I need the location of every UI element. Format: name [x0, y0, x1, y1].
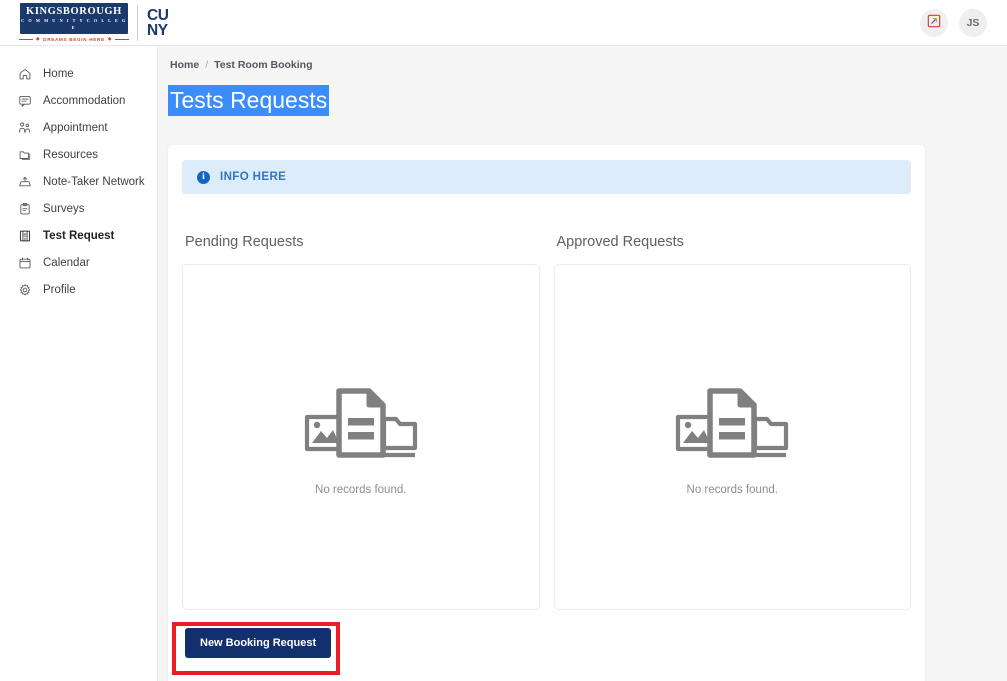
tagline-rule-left — [18, 38, 33, 40]
sidebar-item-label: Test Request — [43, 229, 115, 242]
upload-tray-icon — [18, 175, 32, 189]
sidebar-item-note-taker-network[interactable]: Note-Taker Network — [0, 168, 157, 195]
breadcrumb: Home / Test Room Booking — [170, 59, 1007, 71]
kingsborough-logo-tagline: ◆ DREAMS BEGIN HERE ◆ — [18, 36, 130, 42]
sidebar-item-appointment[interactable]: Appointment — [0, 114, 157, 141]
sidebar-item-label: Resources — [43, 148, 98, 161]
sidebar-item-label: Surveys — [43, 202, 85, 215]
cuny-logo[interactable]: CU NY — [147, 6, 169, 39]
info-alert-text: INFO HERE — [220, 171, 287, 183]
pending-empty-label: No records found. — [315, 483, 407, 496]
tagline-star-right: ◆ — [107, 36, 113, 41]
sidebar-item-resources[interactable]: Resources — [0, 141, 157, 168]
page-title-row: Tests Requests — [168, 85, 1007, 116]
avatar[interactable]: JS — [959, 8, 987, 37]
logo-divider — [137, 4, 138, 41]
clipboard-icon — [18, 202, 32, 216]
info-circle-icon: i — [197, 170, 210, 184]
sidebar-item-surveys[interactable]: Surveys — [0, 195, 157, 222]
approved-requests-title: Approved Requests — [556, 234, 684, 250]
requests-columns: Pending Requests No records found. Appro… — [182, 234, 911, 610]
external-link-icon — [927, 14, 941, 31]
breadcrumb-separator: / — [205, 59, 209, 71]
main-content: Home / Test Room Booking Tests Requests … — [158, 46, 1007, 681]
no-records-icon — [295, 379, 427, 472]
sidebar: Home Accommodation Appointment Resources… — [0, 46, 158, 681]
pending-requests-title: Pending Requests — [185, 234, 304, 250]
breadcrumb-item-current: Test Room Booking — [214, 59, 313, 71]
sidebar-item-label: Appointment — [43, 121, 108, 134]
people-icon — [18, 121, 32, 135]
no-records-icon — [666, 379, 798, 472]
cuny-logo-line2: NY — [147, 21, 168, 39]
info-alert: i INFO HERE — [182, 160, 911, 194]
approved-empty-label: No records found. — [686, 483, 778, 496]
sidebar-item-profile[interactable]: Profile — [0, 276, 157, 303]
breadcrumb-item-home[interactable]: Home — [170, 59, 199, 71]
requests-panel: i INFO HERE Pending Requests No records … — [168, 145, 925, 681]
sidebar-item-test-request[interactable]: Test Request — [0, 222, 157, 249]
sidebar-item-accommodation[interactable]: Accommodation — [0, 87, 157, 114]
panel-footer-actions: New Booking Request — [182, 628, 911, 658]
kingsborough-logo-name: KINGSBOROUGH — [26, 6, 122, 17]
new-booking-request-button[interactable]: New Booking Request — [185, 628, 332, 658]
sidebar-item-label: Calendar — [43, 256, 90, 269]
building-icon — [18, 229, 32, 243]
header-actions: JS — [920, 8, 987, 37]
app-header: KINGSBOROUGH C O M M U N I T Y C O L L E… — [0, 0, 1007, 46]
sidebar-item-label: Profile — [43, 283, 76, 296]
chat-icon — [18, 94, 32, 108]
tagline-star-left: ◆ — [35, 36, 41, 41]
kingsborough-logo-sub: C O M M U N I T Y C O L L E G E — [21, 18, 127, 30]
brand-logos: KINGSBOROUGH C O M M U N I T Y C O L L E… — [18, 3, 169, 42]
external-link-button[interactable] — [920, 8, 948, 37]
sidebar-item-label: Home — [43, 67, 74, 80]
cuny-logo-line1: CU — [147, 6, 169, 24]
kingsborough-logo[interactable]: KINGSBOROUGH C O M M U N I T Y C O L L E… — [18, 3, 130, 42]
tagline-rule-right — [115, 38, 130, 40]
pending-requests-column: Pending Requests No records found. — [182, 234, 540, 610]
approved-requests-column: Approved Requests No records found. — [553, 234, 911, 610]
folder-icon — [18, 148, 32, 162]
sidebar-item-calendar[interactable]: Calendar — [0, 249, 157, 276]
sidebar-item-label: Note-Taker Network — [43, 175, 145, 188]
tagline-text: DREAMS BEGIN HERE — [43, 36, 105, 42]
calendar-icon — [18, 256, 32, 270]
sidebar-item-label: Accommodation — [43, 94, 126, 107]
home-icon — [18, 67, 32, 81]
page-title: Tests Requests — [168, 85, 330, 116]
approved-requests-card: No records found. — [553, 264, 911, 610]
gear-icon — [18, 283, 32, 297]
sidebar-item-home[interactable]: Home — [0, 60, 157, 87]
kingsborough-logo-box: KINGSBOROUGH C O M M U N I T Y C O L L E… — [20, 3, 128, 34]
pending-requests-card: No records found. — [182, 264, 540, 610]
